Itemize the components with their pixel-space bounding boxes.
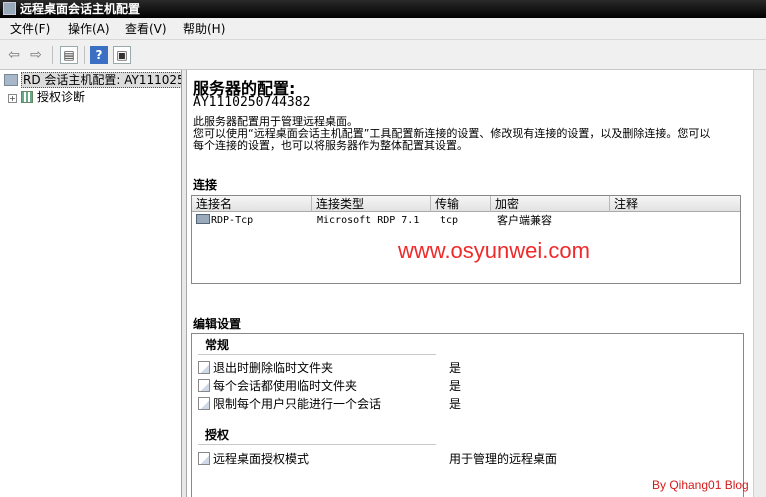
tree-item-label: RD 会话主机配置: AY1110250744382: [21, 72, 181, 88]
expand-icon[interactable]: +: [8, 94, 17, 103]
setting-temp-folder-per-session[interactable]: 每个会话都使用临时文件夹: [198, 378, 357, 394]
setting-icon: [198, 452, 210, 465]
setting-label: 限制每个用户只能进行一个会话: [213, 397, 382, 411]
toolbar-separator: [52, 46, 53, 64]
column-header-transport[interactable]: 传输: [431, 196, 491, 212]
connection-icon: [196, 214, 210, 224]
column-header-comment[interactable]: 注释: [610, 196, 740, 212]
menu-view[interactable]: 查看(V): [123, 21, 169, 37]
server-icon: [4, 74, 18, 86]
setting-delete-temp-folders[interactable]: 退出时删除临时文件夹: [198, 360, 333, 376]
menu-help[interactable]: 帮助(H): [181, 21, 227, 37]
setting-label: 每个会话都使用临时文件夹: [213, 379, 358, 393]
connection-type-cell: Microsoft RDP 7.1: [317, 215, 420, 226]
edit-settings-heading: 编辑设置: [193, 317, 242, 331]
connection-encryption-cell: 客户端兼容: [497, 214, 552, 227]
menu-action[interactable]: 操作(A): [66, 21, 112, 37]
main-pane: 服务器的配置: AY1110250744382 此服务器配置用于管理远程桌面。 …: [187, 70, 766, 497]
back-arrow-icon[interactable]: ⇦: [4, 45, 24, 65]
setting-value: 是: [449, 361, 462, 375]
setting-value: 用于管理的远程桌面: [449, 452, 558, 466]
description-line: 每个连接的设置，也可以将服务器作为整体配置其设置。: [193, 139, 468, 152]
watermark-text: www.osyunwei.com: [398, 238, 590, 263]
group-title-licensing: 授权: [205, 428, 230, 442]
connection-name: RDP-Tcp: [211, 215, 254, 226]
connections-heading: 连接: [193, 178, 218, 192]
properties-icon[interactable]: ▣: [113, 46, 131, 64]
description: 此服务器配置用于管理远程桌面。 您可以使用“远程桌面会话主机配置”工具配置新连接…: [193, 116, 710, 152]
setting-single-session-per-user[interactable]: 限制每个用户只能进行一个会话: [198, 396, 381, 412]
setting-icon: [198, 379, 210, 392]
tree-item-rd-session-host[interactable]: RD 会话主机配置: AY1110250744382: [4, 72, 181, 88]
setting-icon: [198, 397, 210, 410]
edit-settings-panel: 常规 退出时删除临时文件夹 是 每个会话都使用临时文件夹 是 限制每个用户只能进…: [191, 333, 744, 497]
setting-label: 退出时删除临时文件夹: [213, 361, 334, 375]
setting-value: 是: [449, 397, 462, 411]
server-name: AY1110250744382: [193, 95, 311, 110]
diagnosis-icon: [21, 91, 33, 103]
connection-name-cell: RDP-Tcp: [196, 214, 253, 228]
group-divider: [198, 444, 436, 445]
app-icon: [3, 2, 16, 15]
group-divider: [198, 354, 436, 355]
column-header-type[interactable]: 连接类型: [312, 196, 431, 212]
setting-value: 是: [449, 379, 462, 393]
setting-licensing-mode[interactable]: 远程桌面授权模式: [198, 451, 309, 467]
toolbar-separator: [84, 46, 85, 64]
help-icon[interactable]: ?: [90, 46, 108, 64]
setting-label: 远程桌面授权模式: [213, 452, 310, 466]
group-title-general: 常规: [205, 338, 230, 352]
menu-file[interactable]: 文件(F): [8, 21, 52, 37]
setting-icon: [198, 361, 210, 374]
console-tree-icon[interactable]: ▤: [60, 46, 78, 64]
column-header-encryption[interactable]: 加密: [491, 196, 610, 212]
credit-text: By Qihang01 Blog: [652, 478, 749, 492]
tree-item-label: 授权诊断: [37, 90, 86, 104]
window-title: 远程桌面会话主机配置: [20, 2, 141, 16]
connections-table-header: 连接名 连接类型 传输 加密 注释: [192, 196, 740, 212]
console-tree: RD 会话主机配置: AY1110250744382 + 授权诊断: [0, 70, 182, 497]
vertical-scrollbar[interactable]: [753, 70, 766, 497]
tree-item-licensing-diagnosis[interactable]: + 授权诊断: [8, 89, 85, 105]
window-title-bar: 远程桌面会话主机配置: [0, 0, 766, 18]
column-header-name[interactable]: 连接名: [192, 196, 312, 212]
connection-transport-cell: tcp: [440, 215, 459, 226]
menu-bar: 文件(F) 操作(A) 查看(V) 帮助(H): [0, 18, 766, 40]
forward-arrow-icon[interactable]: ⇨: [26, 45, 46, 65]
toolbar: ⇦ ⇨ ▤ ? ▣: [0, 40, 766, 70]
